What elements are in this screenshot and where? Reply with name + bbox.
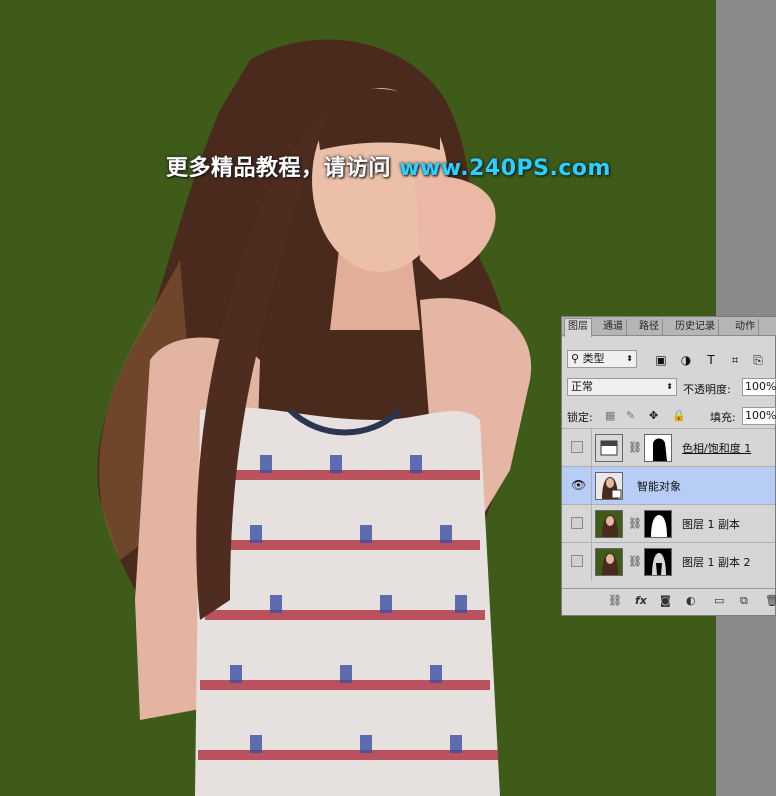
- layer-name[interactable]: 智能对象: [637, 478, 681, 494]
- layer-name[interactable]: 图层 1 副本: [682, 516, 740, 532]
- filter-label: 类型: [582, 352, 605, 365]
- blend-mode-select[interactable]: 正常 ⬍: [567, 378, 677, 396]
- layer-name[interactable]: 色相/饱和度 1: [682, 440, 751, 456]
- adjustment-icon[interactable]: ◐: [686, 594, 696, 607]
- watermark-url: www.240PS.com: [399, 156, 611, 181]
- layers-panel: 图层 通道 路径 历史记录 动作 ⚲ 类型 ⬍ ▣ ◑ T ⌗ ⎘ 正常 ⬍ 不…: [561, 316, 776, 616]
- opacity-label: 不透明度:: [683, 383, 731, 396]
- layer-row[interactable]: ⛓ 图层 1 副本: [562, 504, 775, 543]
- divider: [591, 429, 592, 467]
- visibility-toggle[interactable]: [571, 441, 583, 453]
- layer-mask-thumb[interactable]: [644, 434, 672, 462]
- search-icon: ⚲: [571, 352, 580, 365]
- visibility-toggle[interactable]: [571, 517, 583, 529]
- opacity-field[interactable]: 100%: [742, 378, 776, 396]
- text-filter-icon[interactable]: T: [704, 353, 718, 367]
- adjustment-filter-icon[interactable]: ◑: [679, 353, 693, 367]
- fx-icon[interactable]: fx: [635, 594, 647, 607]
- tab-history[interactable]: 历史记录: [672, 319, 719, 335]
- group-icon[interactable]: ▭: [714, 594, 724, 607]
- lock-move-icon[interactable]: ✥: [649, 409, 658, 422]
- fill-field[interactable]: 100%: [742, 407, 776, 425]
- watermark-text: 更多精品教程，请访问 www.240PS.com: [166, 150, 611, 182]
- visibility-toggle[interactable]: [571, 555, 583, 567]
- smart-filter-icon[interactable]: ⎘: [751, 353, 765, 367]
- adjustment-icon: [595, 434, 623, 462]
- panel-bottom-bar: ⛓ fx ◙ ◐ ▭ ⧉ 🗑: [562, 588, 776, 615]
- chain-link-icon[interactable]: ⛓: [628, 441, 642, 454]
- blend-mode-value: 正常: [571, 380, 593, 393]
- image-filter-icon[interactable]: ▣: [654, 353, 668, 367]
- layer-mask-thumb[interactable]: [644, 510, 672, 538]
- new-layer-icon[interactable]: ⧉: [740, 594, 748, 608]
- chevron-updown-icon: ⬍: [626, 354, 633, 363]
- layer-row-selected[interactable]: 👁 智能对象: [562, 466, 775, 505]
- layer-name[interactable]: 图层 1 副本 2: [682, 554, 751, 570]
- layer-row[interactable]: ⛓ 色相/饱和度 1: [562, 428, 775, 467]
- divider: [591, 543, 592, 581]
- trash-icon[interactable]: 🗑: [765, 594, 776, 607]
- fill-label: 填充:: [710, 411, 736, 424]
- lock-label: 锁定:: [567, 411, 593, 424]
- lock-paint-icon[interactable]: ✎: [626, 409, 635, 422]
- tab-paths[interactable]: 路径: [636, 319, 663, 335]
- layer-filter-select[interactable]: ⚲ 类型 ⬍: [567, 350, 637, 368]
- panel-tabs: 图层 通道 路径 历史记录 动作: [562, 317, 776, 337]
- shape-filter-icon[interactable]: ⌗: [728, 353, 742, 367]
- lock-transparent-icon[interactable]: ▦: [605, 409, 615, 422]
- layer-thumb[interactable]: [595, 510, 623, 538]
- chain-link-icon[interactable]: ⛓: [628, 555, 642, 568]
- tab-layers[interactable]: 图层: [564, 318, 592, 337]
- tab-channels[interactable]: 通道: [600, 319, 627, 335]
- divider: [591, 467, 592, 505]
- layer-row[interactable]: ⛓ 图层 1 副本 2: [562, 542, 775, 581]
- link-icon[interactable]: ⛓: [608, 594, 622, 607]
- mask-icon[interactable]: ◙: [660, 594, 671, 607]
- layer-thumb[interactable]: [595, 548, 623, 576]
- chevron-updown-icon: ⬍: [666, 382, 673, 391]
- chain-link-icon[interactable]: ⛓: [628, 517, 642, 530]
- watermark-caption: 更多精品教程，请访问: [166, 156, 392, 181]
- smart-object-thumb[interactable]: [595, 472, 623, 500]
- tab-actions[interactable]: 动作: [732, 319, 759, 335]
- eye-icon[interactable]: 👁: [571, 479, 586, 491]
- divider: [591, 505, 592, 543]
- layer-mask-thumb[interactable]: [644, 548, 672, 576]
- lock-all-icon[interactable]: 🔒: [672, 409, 686, 422]
